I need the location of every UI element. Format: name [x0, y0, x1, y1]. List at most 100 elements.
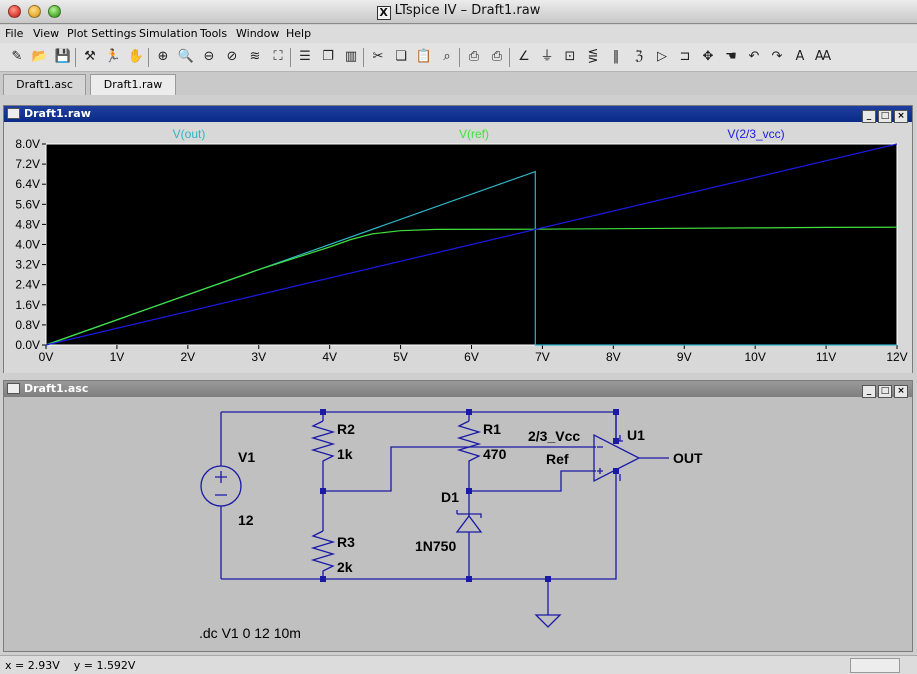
net-label-out[interactable]: OUT — [673, 450, 703, 466]
control-panel-icon[interactable]: ⚒ — [81, 48, 99, 66]
cursor-coordinates: x = 2.93V y = 1.592V — [5, 659, 136, 672]
toolbar: ✎ 📂 💾 ⚒ 🏃 ✋ ⊕ 🔍 ⊖ ⊘ ≋ ⛶ ☰ ❐ ▥ ✂ ❏ 📋 ⌕ ⎙ ⎙ ∠ ⏚ ⊡ ⋚ ‖ ℨ ▷ ⊐ ✥ ☚ ↶ ↷ A Ꜳ — [0, 43, 917, 72]
r3-name-label: R3 — [337, 534, 355, 550]
new-schematic-icon[interactable]: ✎ — [8, 48, 26, 66]
menu-window[interactable]: Window — [236, 27, 279, 40]
drag-icon[interactable]: ☚ — [722, 48, 740, 66]
schematic-maximize-button[interactable]: □ — [878, 385, 892, 398]
y-tick-label: 4.0V — [15, 238, 40, 252]
y-tick-label: 6.4V — [15, 177, 40, 191]
ground-symbol[interactable] — [534, 614, 562, 628]
diode-icon[interactable]: ▷ — [653, 48, 671, 66]
wire-bottom-rail[interactable] — [221, 471, 617, 580]
cascade-icon[interactable]: ❐ — [319, 48, 337, 66]
r1-value-label: 470 — [483, 446, 507, 462]
print-setup-icon[interactable]: ⎙ — [465, 48, 483, 66]
legend-v-out-[interactable]: V(out) — [173, 127, 206, 141]
tile-vertical-icon[interactable]: ▥ — [342, 48, 360, 66]
tab-draft1-raw[interactable]: Draft1.raw — [90, 74, 176, 95]
cut-icon[interactable]: ✂ — [369, 48, 387, 66]
r1-name-label: R1 — [483, 421, 501, 437]
legend-v-ref-[interactable]: V(ref) — [459, 127, 489, 141]
menu-plot-settings[interactable]: Plot Settings — [67, 27, 136, 40]
menu-help[interactable]: Help — [286, 27, 311, 40]
v1-name-label: V1 — [238, 449, 255, 465]
run-icon[interactable]: 🏃 — [104, 48, 122, 66]
schematic-minimize-button[interactable]: _ — [862, 385, 876, 398]
resistor-r3[interactable] — [310, 530, 336, 579]
menu-tools[interactable]: Tools — [200, 27, 227, 40]
autorange-icon[interactable]: ≋ — [246, 48, 264, 66]
waveform-plot[interactable]: 0.0V 0.8V 1.6V 2.4V 3.2V 4.0V 4.8V 5.6V 6.4V 7.2V… — [4, 123, 912, 373]
net-label-ref[interactable]: Ref — [546, 451, 569, 467]
x-tick-label: 3V — [251, 350, 266, 364]
voltage-source-v1[interactable] — [200, 465, 242, 507]
r2-name-label: R2 — [337, 421, 355, 437]
resistor-r2[interactable] — [310, 420, 336, 491]
spice-directive[interactable]: .dc V1 0 12 10m — [199, 625, 301, 641]
copy-icon[interactable]: ❏ — [392, 48, 410, 66]
tab-strip: Draft1.asc Draft1.raw — [0, 72, 917, 95]
toolbar-separator — [459, 48, 460, 67]
waveform-close-button[interactable]: × — [894, 110, 908, 123]
label-net-icon[interactable]: ⊡ — [561, 48, 579, 66]
spice-directive-icon[interactable]: Ꜳ — [814, 48, 832, 66]
y-tick-label: 5.6V — [15, 197, 40, 211]
waveform-window: Draft1.raw _ □ × 0.0V 0.8V 1.6V 2.4V 3.2V 4.0V 4… — [3, 105, 913, 373]
x-tick-label: 7V — [535, 350, 550, 364]
waveform-minimize-button[interactable]: _ — [862, 110, 876, 123]
undo-icon[interactable]: ↶ — [745, 48, 763, 66]
inductor-icon[interactable]: ℨ — [630, 48, 648, 66]
wire-ref[interactable] — [469, 470, 596, 492]
open-icon[interactable]: 📂 — [31, 48, 49, 66]
zoom-in-icon[interactable]: ⊕ — [154, 48, 172, 66]
menu-file[interactable]: File — [5, 27, 23, 40]
x11-app-icon: X — [376, 6, 391, 20]
redo-icon[interactable]: ↷ — [768, 48, 786, 66]
x-tick-label: 5V — [393, 350, 408, 364]
window-title: LTspice IV – Draft1.raw — [394, 3, 541, 18]
x-tick-label: 0V — [39, 350, 54, 364]
schematic-window-titlebar[interactable]: Draft1.asc _ □ × — [4, 381, 912, 398]
capacitor-icon[interactable]: ‖ — [607, 48, 625, 66]
print-icon[interactable]: ⎙ — [488, 48, 506, 66]
y-tick-label: 8.0V — [15, 137, 40, 151]
menu-simulation[interactable]: Simulation — [139, 27, 198, 40]
waveform-window-title: Draft1.raw — [24, 107, 91, 120]
zoom-box-icon[interactable]: 🔍 — [177, 48, 195, 66]
net-label-vcc[interactable]: 2/3_Vcc — [528, 428, 580, 444]
schematic-window-title: Draft1.asc — [24, 382, 89, 395]
x-tick-label: 11V — [816, 350, 836, 364]
y-tick-label: 0.0V — [15, 338, 40, 352]
resistor-icon[interactable]: ⋚ — [584, 48, 602, 66]
tab-draft1-asc[interactable]: Draft1.asc — [3, 74, 86, 95]
menu-view[interactable]: View — [33, 27, 59, 40]
resistor-r1[interactable] — [456, 420, 482, 491]
v1-value-label: 12 — [238, 512, 254, 528]
x-tick-label: 1V — [110, 350, 125, 364]
x-tick-label: 12V — [886, 350, 907, 364]
y-tick-label: 0.8V — [15, 318, 40, 332]
schematic-window-icon — [7, 383, 20, 394]
tile-horizontal-icon[interactable]: ☰ — [296, 48, 314, 66]
schematic-canvas[interactable]: V1 12 R2 1k R3 2k R1 470 D1 1N750 U1 2/3… — [4, 398, 912, 652]
save-icon[interactable]: 💾 — [54, 48, 72, 66]
title-bar: X LTspice IV – Draft1.raw — [0, 0, 917, 24]
text-icon[interactable]: A — [791, 48, 809, 66]
wire-icon[interactable]: ∠ — [515, 48, 533, 66]
schematic-close-button[interactable]: × — [894, 385, 908, 398]
zoom-out-icon[interactable]: ⊖ — [200, 48, 218, 66]
paste-icon[interactable]: 📋 — [415, 48, 433, 66]
ground-icon[interactable]: ⏚ — [538, 48, 556, 66]
legend-v-2-3-vcc-[interactable]: V(2/3_vcc) — [727, 127, 784, 141]
pan-icon[interactable]: ✋ — [127, 48, 145, 66]
x-tick-label: 8V — [606, 350, 621, 364]
zoom-fit-icon[interactable]: ⛶ — [269, 48, 287, 66]
zoom-cancel-icon[interactable]: ⊘ — [223, 48, 241, 66]
find-icon[interactable]: ⌕ — [438, 48, 456, 66]
move-icon[interactable]: ✥ — [699, 48, 717, 66]
window-title-wrap: X LTspice IV – Draft1.raw — [0, 3, 917, 20]
component-icon[interactable]: ⊐ — [676, 48, 694, 66]
waveform-window-titlebar[interactable]: Draft1.raw _ □ × — [4, 106, 912, 123]
waveform-maximize-button[interactable]: □ — [878, 110, 892, 123]
